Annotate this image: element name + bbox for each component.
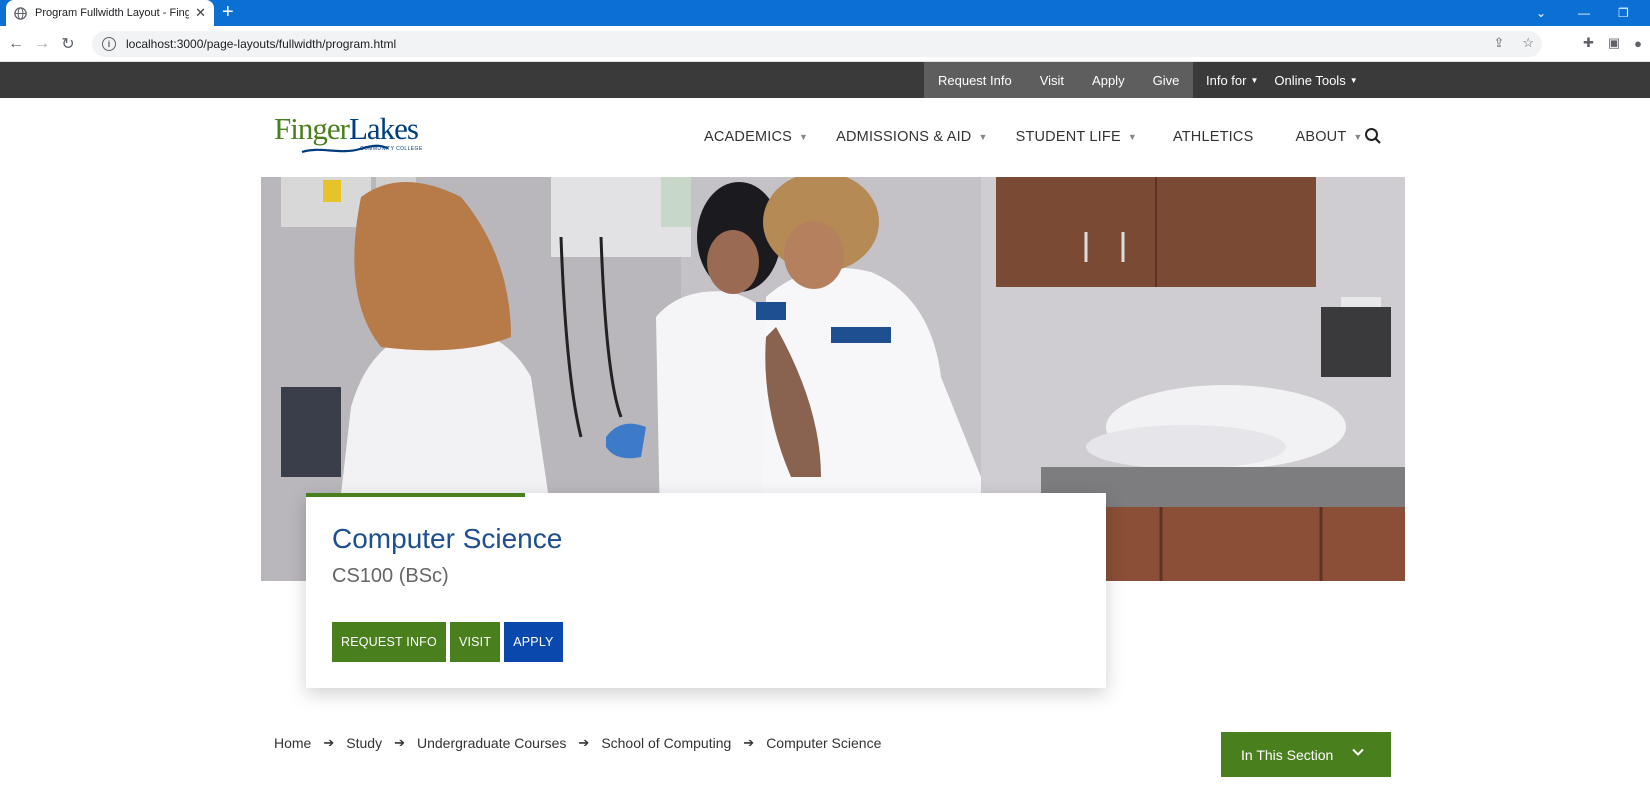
- star-icon[interactable]: ☆: [1522, 35, 1534, 51]
- utility-visit-link[interactable]: Visit: [1026, 62, 1078, 98]
- globe-icon: [14, 6, 27, 20]
- program-actions: REQUEST INFO VISIT APPLY: [332, 622, 563, 662]
- breadcrumb-study[interactable]: Study: [346, 735, 382, 751]
- search-icon[interactable]: [1364, 127, 1382, 145]
- nav-athletics-label: ATHLETICS: [1172, 129, 1254, 145]
- url-input[interactable]: i localhost:3000/page-layouts/fullwidth/…: [92, 31, 1542, 57]
- program-card: Computer Science CS100 (BSc) REQUEST INF…: [306, 493, 1106, 688]
- info-for-label: Info for: [1206, 72, 1247, 88]
- breadcrumb-undergraduate[interactable]: Undergraduate Courses: [417, 735, 566, 751]
- info-icon[interactable]: i: [102, 37, 116, 51]
- utility-request-info-link[interactable]: Request Info: [924, 62, 1026, 98]
- caret-down-icon: ▼: [1349, 75, 1358, 85]
- utility-give-link[interactable]: Give: [1139, 62, 1194, 98]
- nav-academics-label: ACADEMICS: [704, 129, 793, 145]
- online-tools-dropdown[interactable]: Online Tools ▼: [1266, 62, 1365, 98]
- utility-dropdowns: Info for ▼ Online Tools ▼: [1198, 62, 1366, 98]
- extensions-icon[interactable]: ✚: [1583, 35, 1594, 51]
- nav-academics[interactable]: ACADEMICS ▼: [704, 129, 808, 145]
- nav-athletics[interactable]: ATHLETICS: [1173, 129, 1254, 145]
- chevron-down-icon: [1352, 748, 1364, 756]
- reload-icon[interactable]: ↻: [55, 31, 81, 57]
- close-icon[interactable]: ✕: [195, 5, 206, 21]
- apply-button[interactable]: APPLY: [504, 622, 563, 662]
- back-icon[interactable]: ←: [3, 31, 29, 57]
- logo-lakes: Lakes: [348, 111, 419, 146]
- caret-down-icon: ▼: [978, 132, 988, 142]
- site-header: FingerLakes COMMUNITY COLLEGE ACADEMICS ▼…: [0, 98, 1650, 176]
- breadcrumb-school-of-computing[interactable]: School of Computing: [601, 735, 731, 751]
- caret-down-icon: ▼: [1127, 132, 1137, 142]
- browser-tab-bar: Program Fullwidth Layout - Fing ✕ + ⌄ — …: [0, 0, 1650, 26]
- caret-down-icon: ▼: [1353, 132, 1363, 142]
- in-this-section-label: In This Section: [1241, 746, 1334, 763]
- nav-admissions-label: ADMISSIONS & AID: [836, 129, 972, 145]
- arrow-right-icon: ➔: [323, 735, 335, 750]
- url-text: localhost:3000/page-layouts/fullwidth/pr…: [126, 37, 397, 51]
- program-code: CS100 (BSc): [332, 565, 449, 587]
- breadcrumb: Home ➔ Study ➔ Undergraduate Courses ➔ S…: [274, 735, 881, 751]
- breadcrumb-home[interactable]: Home: [274, 735, 311, 751]
- request-info-button[interactable]: REQUEST INFO: [332, 622, 446, 662]
- tab-title: Program Fullwidth Layout - Fing: [35, 7, 190, 19]
- card-accent-bar: [306, 493, 525, 497]
- utility-apply-link[interactable]: Apply: [1078, 62, 1139, 98]
- profile-icon[interactable]: ●: [1634, 36, 1642, 51]
- minimize-icon[interactable]: —: [1578, 0, 1590, 26]
- nav-about-label: ABOUT: [1295, 129, 1347, 145]
- nav-about[interactable]: ABOUT ▼: [1295, 129, 1362, 145]
- share-icon[interactable]: ⇪: [1493, 35, 1504, 51]
- arrow-right-icon: ➔: [394, 735, 405, 750]
- arrow-right-icon: ➔: [578, 735, 590, 750]
- logo-finger: Finger: [274, 111, 350, 146]
- caret-down-icon: ▼: [1250, 75, 1259, 85]
- nav-admissions-aid[interactable]: ADMISSIONS & AID ▼: [836, 129, 987, 145]
- sidebar-icon[interactable]: ▣: [1608, 35, 1620, 51]
- breadcrumb-current: Computer Science: [766, 735, 882, 751]
- new-tab-icon[interactable]: +: [222, 2, 234, 22]
- info-for-dropdown[interactable]: Info for ▼: [1198, 62, 1266, 98]
- main-nav: ACADEMICS ▼ ADMISSIONS & AID ▼ STUDENT LIF…: [704, 98, 1391, 176]
- arrow-right-icon: ➔: [743, 735, 755, 750]
- online-tools-label: Online Tools: [1274, 72, 1346, 88]
- restore-icon[interactable]: ❐: [1618, 0, 1629, 26]
- nav-student-life-label: STUDENT LIFE: [1015, 129, 1121, 145]
- caret-down-icon: ▼: [799, 132, 809, 142]
- in-this-section-button[interactable]: In This Section: [1221, 732, 1391, 777]
- chevron-down-icon[interactable]: ⌄: [1536, 0, 1546, 26]
- program-title: Computer Science: [332, 523, 563, 554]
- forward-icon[interactable]: →: [29, 31, 55, 57]
- browser-address-bar: ← → ↻ i localhost:3000/page-layouts/full…: [0, 26, 1650, 62]
- nav-student-life[interactable]: STUDENT LIFE ▼: [1016, 129, 1137, 145]
- logo[interactable]: FingerLakes COMMUNITY COLLEGE: [274, 113, 434, 159]
- utility-bar: Request Info Visit Apply Give Info for ▼ …: [0, 62, 1650, 98]
- visit-button[interactable]: VISIT: [449, 622, 501, 662]
- browser-tab[interactable]: Program Fullwidth Layout - Fing ✕: [6, 0, 214, 26]
- logo-tagline: COMMUNITY COLLEGE: [360, 146, 423, 152]
- utility-links: Request Info Visit Apply Give: [924, 62, 1194, 98]
